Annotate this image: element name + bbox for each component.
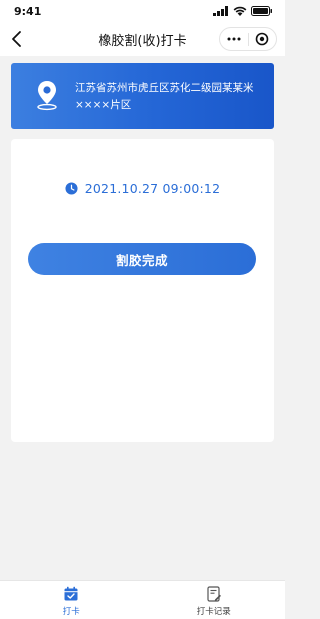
signal-icon xyxy=(213,6,228,16)
tab-checkin-label: 打卡 xyxy=(62,607,80,617)
wifi-icon xyxy=(233,6,247,16)
location-pin-icon xyxy=(37,81,57,111)
record-document-icon xyxy=(207,586,221,602)
checkin-datetime: 2021.10.27 09:00:12 xyxy=(84,181,221,196)
tapping-complete-button[interactable]: 割胶完成 xyxy=(28,243,256,275)
clock-icon xyxy=(65,182,78,195)
status-time: 9:41 xyxy=(14,5,42,18)
target-circle-icon xyxy=(255,32,269,46)
tab-checkin[interactable]: 打卡 xyxy=(0,581,143,619)
location-card: 江苏省苏州市虎丘区苏化二级园某某米××××片区 xyxy=(11,63,274,129)
battery-icon xyxy=(251,6,272,16)
status-icons xyxy=(213,6,273,16)
tab-checkin-records[interactable]: 打卡记录 xyxy=(143,581,286,619)
calendar-check-icon xyxy=(64,586,78,601)
tab-bar: 打卡 打卡记录 xyxy=(0,580,285,619)
location-address: 江苏省苏州市虎丘区苏化二级园某某米××××片区 xyxy=(75,82,254,111)
nav-bar: 橡胶割(收)打卡 xyxy=(0,22,285,56)
mini-program-capsule xyxy=(219,27,277,51)
more-dots-icon xyxy=(227,37,241,41)
more-button[interactable] xyxy=(220,28,248,50)
status-bar: 9:41 xyxy=(0,0,285,22)
checkin-card: 2021.10.27 09:00:12 割胶完成 xyxy=(11,139,274,442)
close-mini-program-button[interactable] xyxy=(249,28,277,50)
time-row: 2021.10.27 09:00:12 xyxy=(11,181,274,196)
tab-checkin-records-label: 打卡记录 xyxy=(196,607,231,617)
